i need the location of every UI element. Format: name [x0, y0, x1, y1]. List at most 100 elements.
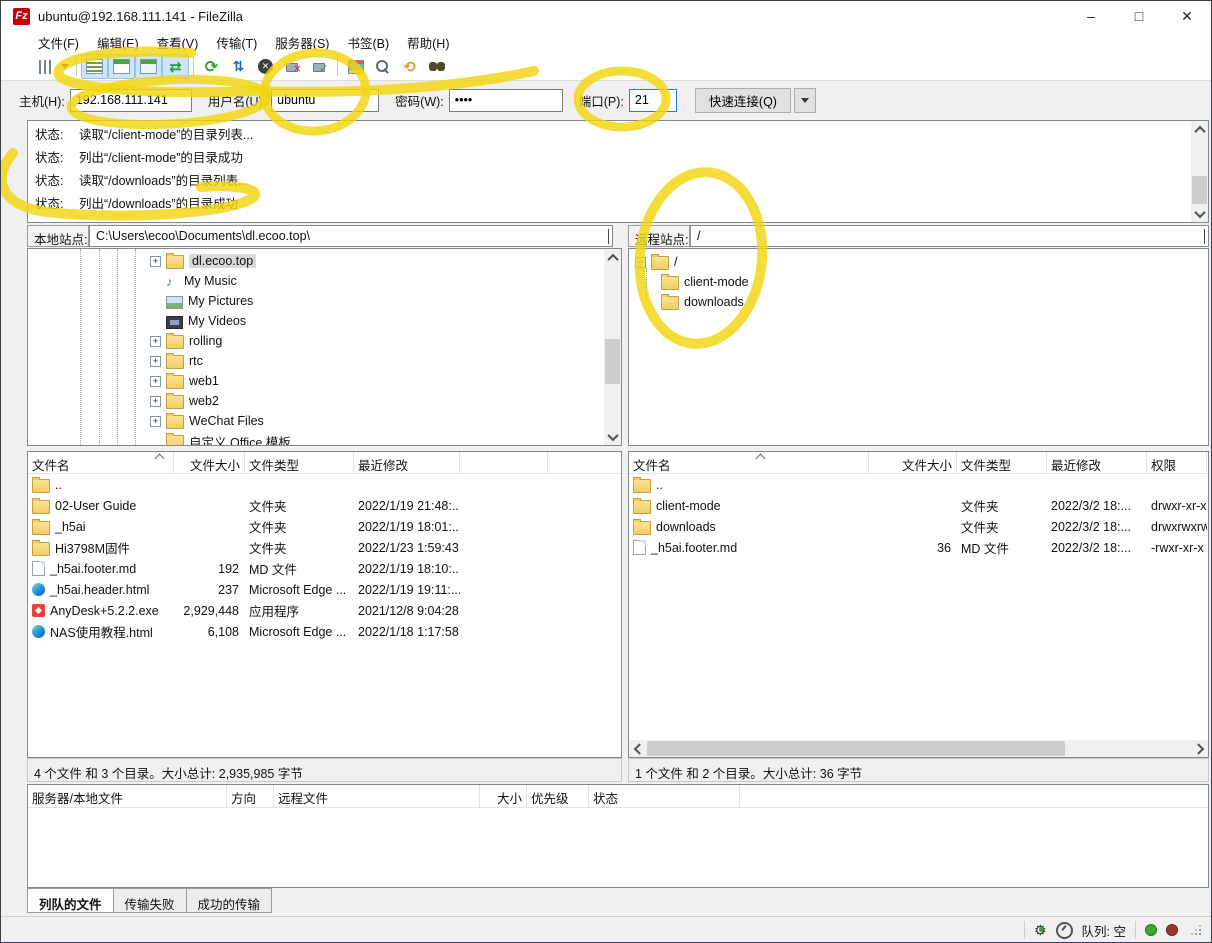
menu-item-3[interactable]: 查看(V)	[148, 31, 208, 54]
maximize-icon[interactable]: □	[1115, 1, 1163, 31]
file-row[interactable]: client-mode文件夹2022/3/2 18:...drwxr-xr-x	[629, 495, 1208, 516]
scroll-up-icon[interactable]	[604, 249, 621, 266]
refresh-button[interactable]	[198, 54, 225, 79]
local-tree-item[interactable]: +web1	[28, 371, 604, 391]
remote-tree-item[interactable]: client-mode	[661, 272, 1206, 292]
local-tree-item[interactable]: 自定义 Office 模板	[28, 431, 604, 446]
queue-tab-1[interactable]: 列队的文件	[27, 888, 114, 913]
toggle-remote-tree-button[interactable]	[135, 54, 162, 79]
scroll-down-icon[interactable]	[604, 428, 621, 445]
reconnect-button[interactable]	[306, 54, 333, 79]
file-row[interactable]: 02-User Guide文件夹2022/1/19 21:48:...	[28, 495, 621, 516]
column-header[interactable]: 文件类型	[957, 452, 1047, 473]
collapse-toggle-icon[interactable]: −	[635, 257, 646, 268]
filter-button[interactable]	[342, 54, 369, 79]
quickconnect-dropdown-button[interactable]	[794, 88, 816, 113]
local-tree-item[interactable]: +dl.ecoo.top	[28, 251, 604, 271]
toggle-local-tree-button[interactable]	[108, 54, 135, 79]
sync-browse-button[interactable]	[396, 54, 423, 79]
queue-column-header[interactable]: 方向	[227, 785, 274, 807]
resize-grip[interactable]	[1191, 925, 1201, 935]
column-header[interactable]: 文件大小	[174, 452, 245, 473]
local-tree-item[interactable]: +web2	[28, 391, 604, 411]
column-header[interactable]: 文件大小	[869, 452, 957, 473]
scroll-left-icon[interactable]	[629, 740, 646, 757]
log-scrollbar[interactable]	[1191, 121, 1208, 222]
file-row[interactable]: _h5ai.footer.md36MD 文件2022/3/2 18:...-rw…	[629, 537, 1208, 558]
column-header[interactable]: 最近修改	[354, 452, 460, 473]
expand-toggle-icon[interactable]: +	[150, 256, 161, 267]
quickconnect-button[interactable]: 快速连接(Q)	[695, 88, 791, 113]
compare-button[interactable]	[369, 54, 396, 79]
host-input[interactable]	[70, 89, 192, 112]
queue-tab-3[interactable]: 成功的传输	[187, 888, 273, 913]
file-row[interactable]: ..	[28, 474, 621, 495]
close-icon[interactable]: ✕	[1163, 1, 1211, 31]
chevron-down-icon[interactable]	[1204, 230, 1205, 244]
menu-item-6[interactable]: 书签(B)	[338, 31, 398, 54]
expand-toggle-icon[interactable]: +	[150, 356, 161, 367]
minimize-icon[interactable]: –	[1067, 1, 1115, 31]
menu-item-4[interactable]: 传输(T)	[207, 31, 266, 54]
expand-toggle-icon[interactable]: +	[150, 336, 161, 347]
column-header[interactable]: 文件名	[629, 452, 869, 473]
find-files-button[interactable]	[423, 54, 450, 79]
queue-column-header[interactable]: 状态	[589, 785, 740, 807]
port-input[interactable]	[629, 89, 677, 112]
disconnect-button[interactable]	[279, 54, 306, 79]
speed-limit-gear-icon[interactable]: ⚙	[1034, 922, 1047, 939]
password-input[interactable]	[449, 89, 563, 112]
scroll-up-icon[interactable]	[1191, 121, 1208, 138]
column-header[interactable]: 文件名	[28, 452, 174, 473]
remote-tree-item[interactable]: −/	[635, 252, 1206, 272]
process-queue-button[interactable]	[225, 54, 252, 79]
scrollbar-thumb[interactable]	[647, 741, 1065, 756]
local-tree-scrollbar[interactable]	[604, 249, 621, 445]
menu-item-5[interactable]: 服务器(S)	[266, 31, 338, 54]
speed-gauge-icon[interactable]	[1056, 922, 1073, 939]
menu-item-1[interactable]: 文件(F)	[29, 31, 88, 54]
file-row[interactable]: _h5ai文件夹2022/1/19 18:01:...	[28, 516, 621, 537]
column-header[interactable]: 最近修改	[1047, 452, 1147, 473]
local-tree-item[interactable]: My Videos	[28, 311, 604, 331]
file-row[interactable]: NAS使用教程.html6,108Microsoft Edge ...2022/…	[28, 621, 621, 642]
remote-tree-item[interactable]: downloads	[661, 292, 1206, 312]
local-tree-item[interactable]: My Music	[28, 271, 604, 291]
local-tree-item[interactable]: +rolling	[28, 331, 604, 351]
scrollbar-thumb[interactable]	[605, 339, 620, 384]
local-site-combo[interactable]: C:\Users\ecoo\Documents\dl.ecoo.top\	[89, 225, 613, 247]
column-header[interactable]: 权限	[1147, 452, 1207, 473]
queue-column-header[interactable]: 远程文件	[274, 785, 480, 807]
column-header[interactable]	[460, 452, 548, 473]
file-row[interactable]: Hi3798M固件文件夹2022/1/23 1:59:43	[28, 537, 621, 558]
toggle-log-button[interactable]	[81, 54, 108, 79]
chevron-down-icon[interactable]	[608, 230, 609, 244]
site-manager-button[interactable]	[31, 54, 58, 79]
local-tree-item[interactable]: +WeChat Files	[28, 411, 604, 431]
toggle-queue-button[interactable]	[162, 54, 189, 79]
site-manager-dropdown-button[interactable]	[58, 55, 72, 78]
cancel-button[interactable]	[252, 54, 279, 79]
menu-item-2[interactable]: 编辑(E)	[88, 31, 148, 54]
queue-column-header[interactable]: 大小	[480, 785, 527, 807]
expand-toggle-icon[interactable]: +	[150, 396, 161, 407]
remote-site-combo[interactable]: /	[690, 225, 1209, 247]
queue-column-header[interactable]: 优先级	[527, 785, 589, 807]
local-tree-item[interactable]: +rtc	[28, 351, 604, 371]
file-row[interactable]: _h5ai.header.html237Microsoft Edge ...20…	[28, 579, 621, 600]
file-row[interactable]: _h5ai.footer.md192MD 文件2022/1/19 18:10:.…	[28, 558, 621, 579]
local-tree-item[interactable]: My Pictures	[28, 291, 604, 311]
scroll-down-icon[interactable]	[1191, 205, 1208, 222]
file-row[interactable]: AnyDesk+5.2.2.exe2,929,448应用程序2021/12/8 …	[28, 600, 621, 621]
file-row[interactable]: downloads文件夹2022/3/2 18:...drwxrwxrwx	[629, 516, 1208, 537]
username-input[interactable]	[271, 89, 379, 112]
scrollbar-thumb[interactable]	[1192, 176, 1207, 204]
menu-item-7[interactable]: 帮助(H)	[398, 31, 458, 54]
column-header[interactable]: 文件类型	[245, 452, 354, 473]
scroll-right-icon[interactable]	[1191, 740, 1208, 757]
expand-toggle-icon[interactable]: +	[150, 376, 161, 387]
remote-horizontal-scrollbar[interactable]	[629, 740, 1208, 757]
file-row[interactable]: ..	[629, 474, 1208, 495]
queue-column-header[interactable]: 服务器/本地文件	[28, 785, 227, 807]
expand-toggle-icon[interactable]: +	[150, 416, 161, 427]
